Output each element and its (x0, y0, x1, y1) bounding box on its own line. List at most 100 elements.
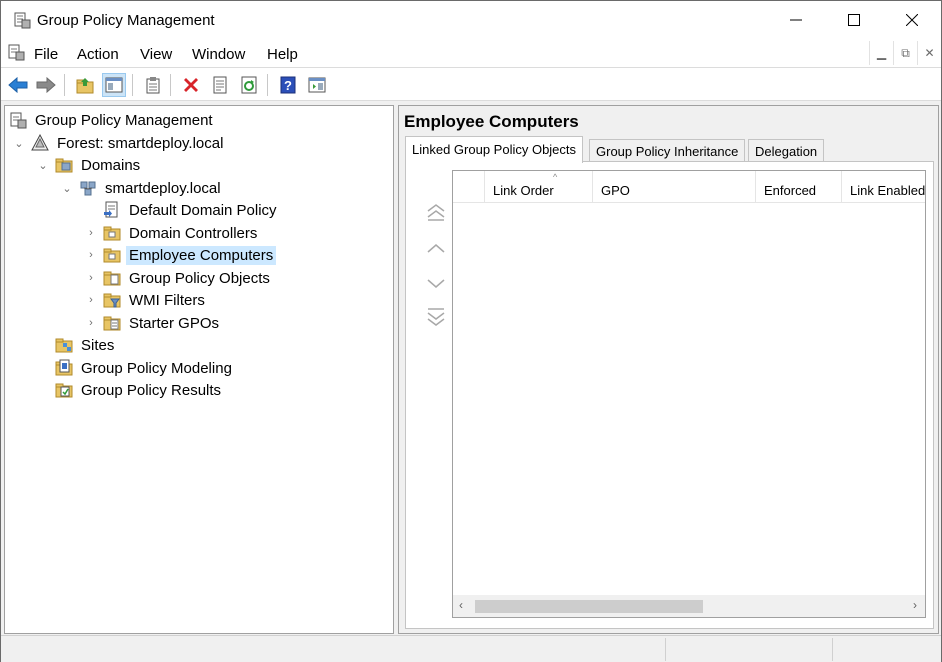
menu-action[interactable]: Action (77, 46, 119, 63)
scrollbar-thumb[interactable] (475, 600, 703, 613)
domain-icon (80, 181, 96, 196)
chevron-down-icon[interactable]: ⌄ (13, 137, 25, 150)
mdi-close-icon: ✕ (924, 46, 935, 60)
tree-node-label: smartdeploy.local (105, 179, 221, 197)
chevron-right-icon[interactable]: › (85, 317, 97, 329)
starter-gpo-folder-icon (103, 316, 121, 331)
chevron-down-icon[interactable]: ⌄ (61, 182, 73, 195)
show-hide-action-pane-button[interactable] (305, 73, 329, 97)
minimize-icon (790, 19, 802, 21)
column-link-order[interactable]: ^ Link Order (485, 171, 593, 203)
help-button[interactable]: ? (276, 73, 300, 97)
menu-bar: File Action View Window Help ▁ ⧉ ✕ (1, 39, 941, 67)
sort-ascending-icon: ^ (553, 172, 558, 182)
menu-window[interactable]: Window (192, 46, 245, 63)
tree-node-forest[interactable]: ⌄ Forest: smartdeploy.local (13, 132, 226, 154)
tree-node-sites[interactable]: Sites (55, 334, 117, 356)
column-link-enabled[interactable]: Link Enabled (842, 171, 925, 203)
chevron-right-icon[interactable]: › (85, 227, 97, 239)
tree-node-group-policy-results[interactable]: Group Policy Results (55, 379, 224, 401)
sites-icon (55, 338, 73, 353)
chevron-down-icon[interactable]: ⌄ (37, 159, 49, 172)
tree-node-root[interactable]: Group Policy Management (9, 109, 216, 131)
menu-help[interactable]: Help (267, 46, 298, 63)
menu-view[interactable]: View (140, 46, 172, 63)
chevron-right-icon[interactable]: › (85, 294, 97, 306)
mdi-minimize-button[interactable]: ▁ (869, 41, 893, 65)
up-one-level-button[interactable] (73, 73, 97, 97)
minimize-button[interactable] (767, 1, 825, 39)
mdi-controls: ▁ ⧉ ✕ (869, 41, 941, 65)
tree-node-domains[interactable]: ⌄ Domains (37, 154, 143, 176)
show-hide-console-tree-button[interactable] (102, 73, 126, 97)
list-header: ^ Link Order GPO Enforced Link Enabled (453, 171, 925, 203)
toolbar-separator (132, 74, 133, 96)
gpmc-root-icon (10, 112, 27, 129)
menu-file[interactable]: File (34, 46, 58, 63)
horizontal-scrollbar[interactable]: ‹ › (453, 595, 925, 617)
scroll-left-icon[interactable]: ‹ (459, 598, 463, 612)
domains-folder-icon (55, 158, 73, 173)
column-enforced[interactable]: Enforced (756, 171, 842, 203)
chevron-right-icon[interactable]: › (85, 272, 97, 284)
refresh-button[interactable] (237, 73, 261, 97)
clipboard-button[interactable] (141, 73, 165, 97)
back-arrow-icon (8, 77, 28, 93)
linked-gpo-list[interactable]: ^ Link Order GPO Enforced Link Enabled ‹… (452, 170, 926, 618)
tree-node-label: WMI Filters (129, 291, 205, 309)
close-icon (906, 14, 918, 26)
status-section (832, 638, 833, 661)
chevron-right-icon[interactable]: › (85, 249, 97, 261)
move-to-bottom-icon[interactable] (424, 306, 448, 328)
column-gpo[interactable]: GPO (593, 171, 756, 203)
help-icon: ? (280, 76, 296, 94)
back-button[interactable] (6, 73, 30, 97)
tree-node-employee-computers[interactable]: › Employee Computers (85, 244, 277, 266)
toolbar: ? (1, 67, 941, 101)
tree-node-label: Employee Computers (126, 245, 277, 265)
tree-node-label: Domains (81, 156, 141, 174)
mdi-child-icon[interactable] (7, 43, 25, 61)
toolbar-separator (170, 74, 171, 96)
maximize-button[interactable] (825, 1, 883, 39)
tree-node-label: Group Policy Management (35, 111, 213, 129)
move-up-icon[interactable] (424, 238, 448, 260)
tree-node-label: Forest: smartdeploy.local (57, 134, 224, 152)
gpo-folder-icon (103, 271, 121, 286)
mdi-close-button[interactable]: ✕ (917, 41, 941, 65)
up-folder-icon (76, 78, 94, 94)
move-down-icon[interactable] (424, 272, 448, 294)
forest-icon (31, 134, 49, 151)
tree-node-group-policy-objects[interactable]: › Group Policy Objects (85, 267, 273, 289)
tab-group-policy-inheritance[interactable]: Group Policy Inheritance (589, 139, 746, 162)
refresh-icon (241, 76, 257, 94)
action-pane-icon (308, 77, 326, 93)
tree-node-label: Group Policy Objects (129, 269, 270, 287)
forward-button[interactable] (34, 73, 58, 97)
ou-folder-icon (103, 248, 121, 263)
tree-node-wmi-filters[interactable]: › WMI Filters (85, 289, 208, 311)
tree-node-domain[interactable]: ⌄ smartdeploy.local (61, 177, 224, 199)
gpo-link-icon (104, 201, 118, 218)
toolbar-separator (267, 74, 268, 96)
close-button[interactable] (883, 1, 941, 39)
tree-node-starter-gpos[interactable]: › Starter GPOs (85, 312, 222, 334)
tree-node-domain-controllers[interactable]: › Domain Controllers (85, 222, 260, 244)
mdi-restore-button[interactable]: ⧉ (893, 41, 917, 65)
scroll-right-icon[interactable]: › (913, 598, 917, 612)
move-to-top-icon[interactable] (424, 202, 448, 224)
tab-delegation[interactable]: Delegation (748, 139, 825, 162)
delete-button[interactable] (179, 73, 203, 97)
details-pane: Employee Computers Linked Group Policy O… (398, 105, 939, 634)
tree-node-group-policy-modeling[interactable]: Group Policy Modeling (55, 357, 235, 379)
forward-arrow-icon (36, 77, 56, 93)
status-section (665, 638, 666, 661)
properties-button[interactable] (208, 73, 232, 97)
tree-node-label: Sites (81, 336, 115, 354)
tab-linked-group-policy-objects[interactable]: Linked Group Policy Objects (405, 136, 584, 163)
mdi-minimize-icon: ▁ (876, 46, 887, 60)
mdi-restore-icon: ⧉ (901, 45, 910, 60)
tree-node-default-domain-policy[interactable]: Default Domain Policy (103, 199, 280, 221)
modeling-icon (55, 359, 73, 376)
toolbar-separator (64, 74, 65, 96)
